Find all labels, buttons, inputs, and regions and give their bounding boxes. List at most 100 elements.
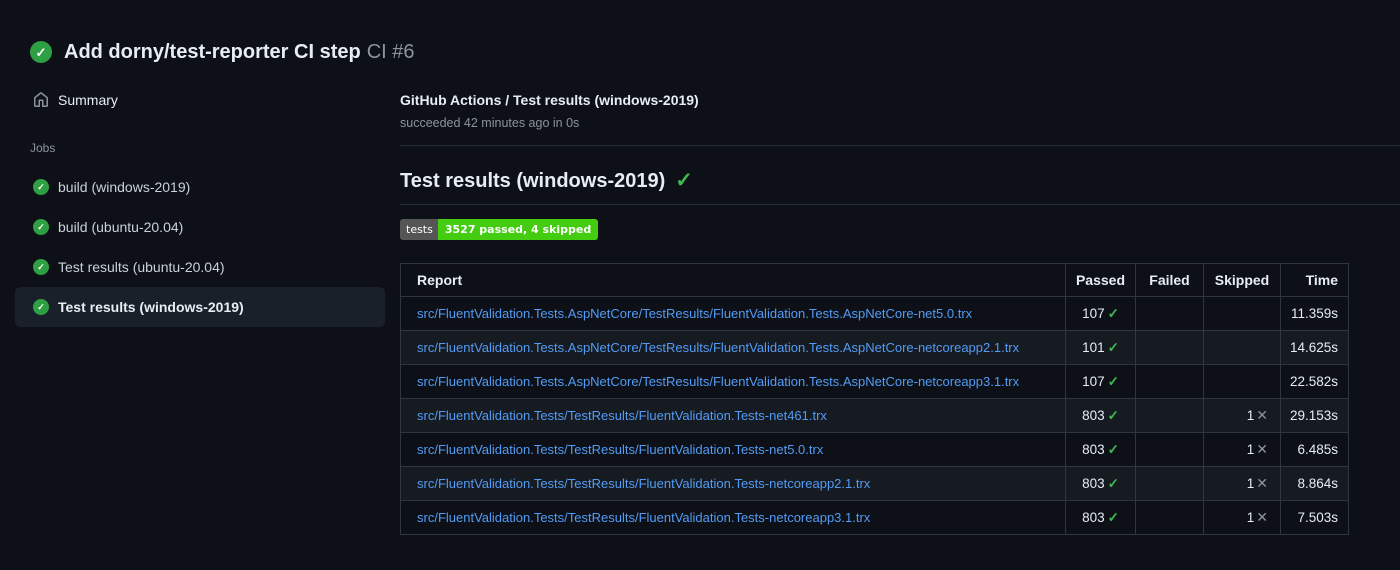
sidebar-job-item[interactable]: ✓ build (windows-2019) [15, 167, 385, 207]
passed-cell: 803 ✓ [1065, 398, 1136, 433]
job-label: build (ubuntu-20.04) [58, 219, 184, 235]
summary-label: Summary [58, 92, 118, 108]
passed-count: 107 [1082, 373, 1105, 389]
report-cell: src/FluentValidation.Tests/TestResults/F… [400, 466, 1066, 501]
time-cell: 29.153s [1280, 398, 1349, 433]
run-header: ✓ Add dorny/test-reporter CI step CI #6 [0, 0, 1400, 75]
report-link[interactable]: src/FluentValidation.Tests/TestResults/F… [417, 510, 870, 525]
skipped-cell: 1 ✕ [1203, 432, 1281, 467]
report-link[interactable]: src/FluentValidation.Tests/TestResults/F… [417, 476, 870, 491]
run-status-line: succeeded 42 minutes ago in 0s [400, 116, 580, 130]
time-cell: 22.582s [1280, 364, 1349, 399]
table-header-row: Report Passed Failed Skipped Time [400, 263, 1349, 297]
time-cell: 8.864s [1280, 466, 1349, 501]
passed-count: 803 [1082, 475, 1105, 491]
time-cell: 6.485s [1280, 432, 1349, 467]
report-link[interactable]: src/FluentValidation.Tests/TestResults/F… [417, 408, 827, 423]
job-check-circle-icon: ✓ [33, 259, 49, 275]
pass-check-icon: ✓ [1107, 339, 1119, 355]
run-number: CI #6 [366, 40, 415, 63]
report-cell: src/FluentValidation.Tests.AspNetCore/Te… [400, 330, 1066, 365]
pass-check-icon: ✓ [1107, 305, 1119, 321]
failed-cell [1135, 364, 1204, 399]
jobs-section-label: Jobs [30, 141, 56, 155]
column-header-report: Report [400, 263, 1066, 297]
skipped-count: 1 [1246, 510, 1255, 525]
passed-cell: 107 ✓ [1065, 296, 1136, 331]
tests-badge-value: 3527 passed, 4 skipped [437, 219, 599, 240]
divider [400, 145, 1400, 146]
passed-count: 803 [1082, 509, 1105, 525]
skipped-cell [1203, 364, 1281, 399]
check-run-breadcrumb: GitHub Actions / Test results (windows-2… [400, 92, 699, 108]
column-header-failed: Failed [1135, 263, 1204, 297]
pass-check-icon: ✓ [1107, 509, 1119, 525]
passed-cell: 101 ✓ [1065, 330, 1136, 365]
skipped-cell: 1 ✕ [1203, 398, 1281, 433]
sidebar-job-item[interactable]: ✓ build (ubuntu-20.04) [15, 207, 385, 247]
job-label: build (windows-2019) [58, 179, 191, 195]
job-label: Test results (windows-2019) [58, 299, 244, 315]
tests-badge[interactable]: tests 3527 passed, 4 skipped [400, 219, 599, 240]
report-link[interactable]: src/FluentValidation.Tests.AspNetCore/Te… [417, 374, 1019, 389]
sidebar-job-item[interactable]: ✓ Test results (ubuntu-20.04) [15, 247, 385, 287]
pass-check-icon: ✓ [1107, 441, 1119, 457]
sidebar-item-summary[interactable]: Summary [15, 83, 385, 117]
column-header-time: Time [1280, 263, 1349, 297]
report-link[interactable]: src/FluentValidation.Tests.AspNetCore/Te… [417, 306, 972, 321]
job-check-circle-icon: ✓ [33, 299, 49, 315]
skip-cross-icon: ✕ [1256, 441, 1268, 457]
skipped-cell [1203, 330, 1281, 365]
failed-cell [1135, 398, 1204, 433]
test-results-table: Report Passed Failed Skipped Time src/Fluent… [400, 263, 1349, 535]
job-label: Test results (ubuntu-20.04) [58, 259, 225, 275]
skipped-cell: 1 ✕ [1203, 500, 1281, 535]
run-title: Add dorny/test-reporter CI step [64, 40, 361, 63]
report-link[interactable]: src/FluentValidation.Tests.AspNetCore/Te… [417, 340, 1019, 355]
skipped-cell [1203, 296, 1281, 331]
passed-cell: 107 ✓ [1065, 364, 1136, 399]
table-row: src/FluentValidation.Tests.AspNetCore/Te… [400, 364, 1349, 399]
report-cell: src/FluentValidation.Tests.AspNetCore/Te… [400, 296, 1066, 331]
run-status-check-circle-icon: ✓ [30, 41, 52, 63]
time-cell: 7.503s [1280, 500, 1349, 535]
time-cell: 14.625s [1280, 330, 1349, 365]
table-row: src/FluentValidation.Tests/TestResults/F… [400, 466, 1349, 501]
job-check-circle-icon: ✓ [33, 179, 49, 195]
passed-count: 803 [1082, 441, 1105, 457]
pass-check-icon: ✓ [1107, 475, 1119, 491]
report-link[interactable]: src/FluentValidation.Tests/TestResults/F… [417, 442, 823, 457]
section-heading: Test results (windows-2019) [400, 170, 666, 192]
heading-check-icon: ✓ [675, 169, 693, 192]
time-cell: 11.359s [1280, 296, 1349, 331]
passed-cell: 803 ✓ [1065, 500, 1136, 535]
passed-count: 803 [1082, 407, 1105, 423]
failed-cell [1135, 296, 1204, 331]
column-header-passed: Passed [1065, 263, 1136, 297]
jobs-list: ✓ build (windows-2019) ✓ build (ubuntu-20.0… [0, 167, 400, 327]
skip-cross-icon: ✕ [1256, 407, 1268, 423]
job-check-circle-icon: ✓ [33, 219, 49, 235]
skip-cross-icon: ✕ [1256, 475, 1268, 491]
skipped-cell: 1 ✕ [1203, 466, 1281, 501]
table-row: src/FluentValidation.Tests/TestResults/F… [400, 398, 1349, 433]
report-cell: src/FluentValidation.Tests/TestResults/F… [400, 432, 1066, 467]
passed-cell: 803 ✓ [1065, 466, 1136, 501]
sidebar-job-item[interactable]: ✓ Test results (windows-2019) [15, 287, 385, 327]
passed-count: 101 [1082, 339, 1105, 355]
passed-count: 107 [1082, 305, 1105, 321]
skipped-count: 1 [1246, 408, 1255, 423]
skipped-count: 1 [1246, 442, 1255, 457]
report-cell: src/FluentValidation.Tests.AspNetCore/Te… [400, 364, 1066, 399]
table-row: src/FluentValidation.Tests/TestResults/F… [400, 432, 1349, 467]
failed-cell [1135, 466, 1204, 501]
pass-check-icon: ✓ [1107, 373, 1119, 389]
divider [400, 204, 1400, 205]
tests-badge-label: tests [400, 219, 438, 240]
job-detail-panel: GitHub Actions / Test results (windows-2… [400, 75, 1400, 535]
failed-cell [1135, 500, 1204, 535]
passed-cell: 803 ✓ [1065, 432, 1136, 467]
failed-cell [1135, 330, 1204, 365]
table-row: src/FluentValidation.Tests.AspNetCore/Te… [400, 296, 1349, 331]
table-row: src/FluentValidation.Tests/TestResults/F… [400, 500, 1349, 535]
